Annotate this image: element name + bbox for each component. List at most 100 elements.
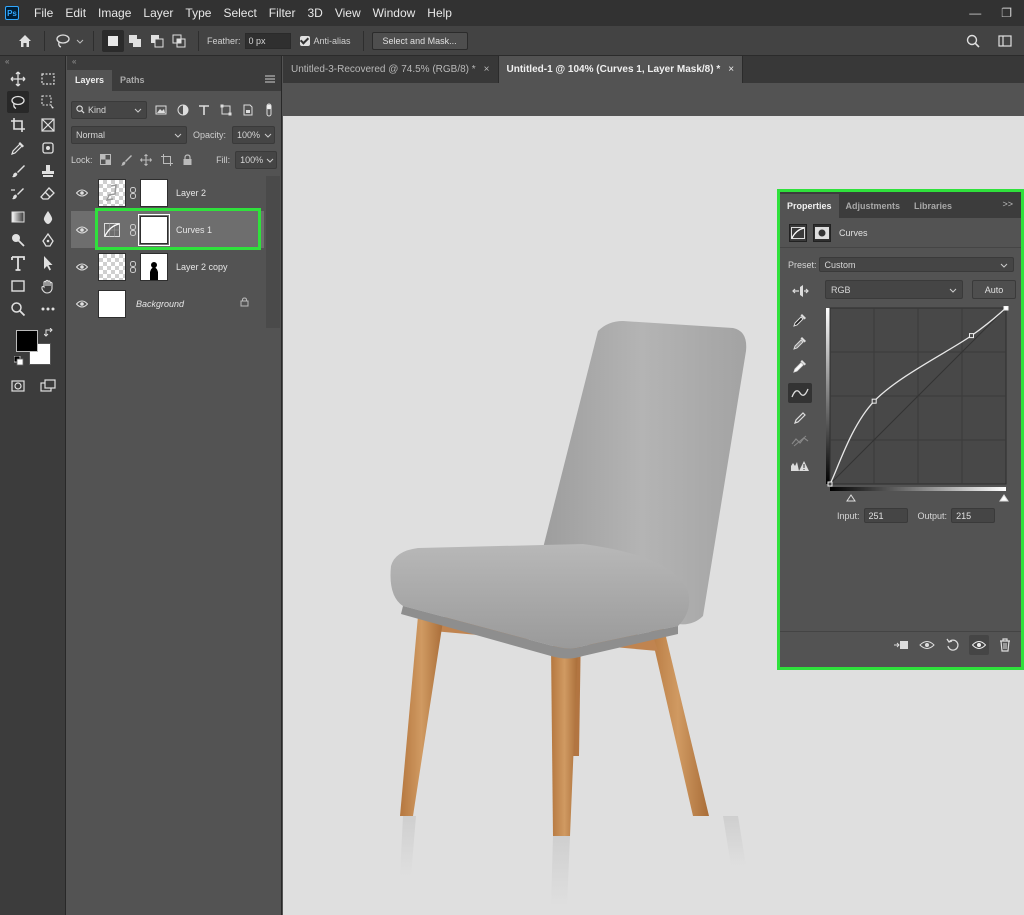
zoom-tool-icon[interactable] — [7, 298, 29, 320]
delete-trash-icon[interactable] — [995, 635, 1015, 655]
curve-control-point[interactable] — [827, 481, 833, 487]
rectangle-tool-icon[interactable] — [7, 275, 29, 297]
clipping-warning-icon[interactable] — [788, 456, 812, 476]
toggle-visibility-eye-icon[interactable] — [969, 634, 989, 655]
layer-row[interactable]: Layer 2 — [71, 174, 264, 211]
pen-tool-icon[interactable] — [37, 229, 59, 251]
curves-graph[interactable] — [820, 306, 1020, 506]
collapse-icon[interactable]: « — [67, 56, 281, 67]
crop-tool-icon[interactable] — [7, 114, 29, 136]
more-tools-icon[interactable] — [37, 298, 59, 320]
filter-toggle-icon[interactable] — [261, 102, 277, 118]
menu-type[interactable]: Type — [179, 0, 217, 26]
stamp-tool-icon[interactable] — [37, 160, 59, 182]
quick-mask-icon[interactable] — [7, 375, 29, 397]
dodge-tool-icon[interactable] — [7, 229, 29, 251]
input-value-field[interactable] — [863, 508, 908, 523]
lock-transparent-icon[interactable] — [98, 152, 114, 168]
default-colors-icon[interactable] — [13, 355, 24, 369]
mask-icon[interactable] — [813, 223, 831, 242]
chain-link-icon[interactable] — [128, 223, 138, 236]
screen-mode-icon[interactable] — [37, 375, 59, 397]
lock-pixels-icon[interactable] — [118, 152, 134, 168]
panel-menu-icon[interactable] — [265, 74, 275, 86]
preset-dropdown[interactable]: Custom — [818, 257, 1014, 272]
lasso-tool-icon[interactable] — [7, 90, 29, 113]
layers-scrollbar[interactable] — [266, 176, 280, 328]
reset-icon[interactable] — [943, 635, 963, 655]
lock-position-icon[interactable] — [139, 152, 155, 168]
layer-mask-thumbnail[interactable] — [140, 178, 168, 207]
menu-view[interactable]: View — [329, 0, 367, 26]
menu-3d[interactable]: 3D — [301, 0, 328, 26]
adjustment-filter-icon[interactable] — [175, 102, 191, 118]
move-tool-icon[interactable] — [7, 68, 29, 90]
lock-all-icon[interactable] — [180, 152, 196, 168]
layer-mask-thumbnail[interactable] — [140, 252, 168, 281]
visibility-eye-icon[interactable] — [71, 189, 93, 197]
clip-to-layer-icon[interactable] — [891, 635, 911, 655]
visibility-eye-icon[interactable] — [71, 263, 93, 271]
curve-pencil-icon[interactable] — [788, 408, 812, 428]
swap-colors-icon[interactable] — [43, 327, 54, 341]
curve-control-point[interactable] — [871, 398, 877, 404]
new-selection-icon[interactable] — [102, 29, 124, 52]
menu-select[interactable]: Select — [217, 0, 262, 26]
visibility-eye-icon[interactable] — [71, 226, 93, 234]
gradient-tool-icon[interactable] — [7, 206, 29, 228]
menu-window[interactable]: Window — [367, 0, 422, 26]
frame-tool-icon[interactable] — [37, 114, 59, 136]
hand-tool-icon[interactable] — [37, 275, 59, 297]
menu-image[interactable]: Image — [92, 0, 137, 26]
tab-paths[interactable]: Paths — [112, 70, 153, 91]
search-icon[interactable] — [962, 30, 984, 52]
subtract-selection-icon[interactable] — [146, 30, 168, 52]
spot-healing-tool-icon[interactable] — [37, 137, 59, 159]
shape-filter-icon[interactable] — [218, 102, 234, 118]
on-image-adjust-icon[interactable] — [788, 281, 812, 301]
collapse-icon[interactable]: « — [0, 56, 65, 67]
foreground-color-swatch[interactable] — [16, 330, 38, 352]
intersect-selection-icon[interactable] — [168, 30, 190, 52]
curves-adjustment-icon[interactable] — [789, 223, 807, 242]
tab-libraries[interactable]: Libraries — [907, 194, 959, 218]
document-tab-active[interactable]: Untitled-1 @ 104% (Curves 1, Layer Mask/… — [498, 56, 744, 83]
blend-mode-dropdown[interactable]: Normal — [71, 125, 187, 144]
blur-tool-icon[interactable] — [37, 206, 59, 228]
pixel-filter-icon[interactable] — [153, 102, 169, 118]
expand-panel-icon[interactable]: >> — [1002, 199, 1013, 209]
workspace-icon[interactable] — [994, 30, 1016, 52]
smart-object-filter-icon[interactable] — [240, 102, 256, 118]
antialias-checkbox[interactable] — [299, 35, 310, 46]
select-and-mask-button[interactable]: Select and Mask... — [371, 31, 468, 50]
tab-adjustments[interactable]: Adjustments — [839, 194, 908, 218]
menu-filter[interactable]: Filter — [263, 0, 302, 26]
eraser-tool-icon[interactable] — [37, 183, 59, 205]
gray-point-eyedropper-icon[interactable] — [788, 333, 812, 353]
restore-button[interactable]: ❐ — [1001, 6, 1012, 20]
smooth-curve-icon[interactable] — [788, 431, 812, 451]
lock-artboard-icon[interactable] — [159, 152, 175, 168]
curve-control-point[interactable] — [1003, 306, 1009, 311]
curve-edit-points-icon[interactable] — [788, 383, 812, 403]
layer-row[interactable]: Background — [71, 285, 264, 322]
fill-input[interactable]: 100% — [235, 150, 278, 169]
marquee-tool-icon[interactable] — [37, 68, 59, 90]
close-icon[interactable]: × — [728, 64, 734, 75]
document-tab[interactable]: Untitled-3-Recovered @ 74.5% (RGB/8) * × — [283, 56, 499, 83]
minimize-button[interactable]: — — [969, 6, 981, 20]
layer-filter-dropdown[interactable]: Kind — [71, 100, 148, 119]
add-selection-icon[interactable] — [124, 30, 146, 52]
curve-control-point[interactable] — [968, 333, 974, 339]
auto-button[interactable]: Auto — [972, 280, 1016, 299]
chain-link-icon[interactable] — [128, 260, 138, 273]
white-point-eyedropper-icon[interactable] — [788, 356, 812, 376]
tab-properties[interactable]: Properties — [780, 194, 839, 218]
opacity-input[interactable]: 100% — [232, 125, 276, 144]
visibility-eye-icon[interactable] — [71, 300, 93, 308]
type-filter-icon[interactable] — [197, 102, 213, 118]
history-brush-tool-icon[interactable] — [7, 183, 29, 205]
close-icon[interactable]: × — [484, 64, 490, 75]
menu-help[interactable]: Help — [421, 0, 458, 26]
brush-tool-icon[interactable] — [7, 160, 29, 182]
